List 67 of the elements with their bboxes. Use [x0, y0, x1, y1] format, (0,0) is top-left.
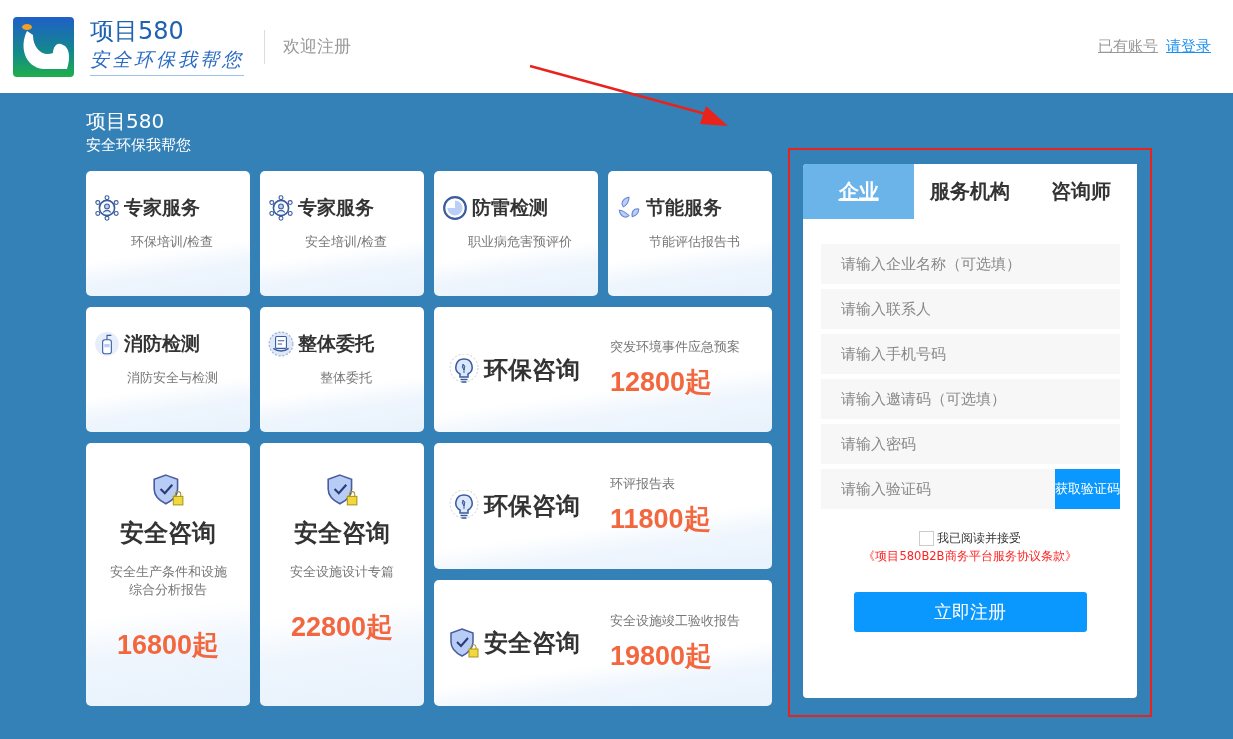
- service-card[interactable]: 整体委托 整体委托: [260, 307, 424, 432]
- card-subtitle: 节能评估报告书: [648, 233, 740, 251]
- service-card[interactable]: 专家服务 环保培训/检查: [86, 171, 250, 296]
- network-icon: [94, 195, 120, 221]
- password-field[interactable]: 请输入密码: [820, 424, 1120, 464]
- input-field[interactable]: 请输入联系人: [820, 289, 1120, 329]
- clipboard-icon: [268, 331, 294, 357]
- service-card[interactable]: 环保咨询 突发环境事件应急预案 12800起: [434, 307, 772, 432]
- card-title: 安全咨询: [120, 518, 216, 549]
- agreement-checkbox[interactable]: [919, 531, 934, 546]
- price: 11800起: [610, 502, 711, 536]
- card-subtitle: 安全培训/检查: [304, 233, 388, 251]
- service-card[interactable]: 安全咨询 安全设施竣工验收报告 19800起: [434, 580, 772, 706]
- input-field[interactable]: 请输入企业名称（可选填）: [820, 244, 1120, 284]
- price: 22800起: [290, 611, 394, 644]
- card-title: 节能服务: [646, 195, 722, 220]
- input-field[interactable]: 请输入邀请码（可选填）: [820, 379, 1120, 419]
- extinguisher-icon: [94, 331, 120, 357]
- input-field[interactable]: 请输入手机号码: [820, 334, 1120, 374]
- gauge-icon: [442, 195, 468, 221]
- price: 19800起: [610, 639, 714, 673]
- service-card[interactable]: 消防检测 消防安全与检测: [86, 307, 250, 432]
- card-title: 防雷检测: [472, 195, 548, 220]
- service-card[interactable]: 防雷检测 职业病危害预评价: [434, 171, 598, 296]
- card-title: 环保咨询: [484, 354, 580, 386]
- card-title: 整体委托: [298, 331, 374, 356]
- service-card[interactable]: 安全咨询 安全生产条件和设施综合分析报告 16800起: [86, 443, 250, 706]
- hero-title: 项目580: [86, 108, 166, 135]
- card-subtitle: 安全生产条件和设施综合分析报告: [108, 563, 228, 599]
- card-subtitle: 安全设施竣工验收报告: [610, 612, 740, 630]
- code-field[interactable]: 请输入验证码: [820, 469, 1055, 509]
- card-subtitle: 职业病危害预评价: [468, 233, 572, 251]
- service-card[interactable]: 节能服务 节能评估报告书: [608, 171, 772, 296]
- card-title: 环保咨询: [484, 491, 580, 522]
- page-title: 欢迎注册: [283, 35, 351, 58]
- slogan: 安全环保我帮您: [90, 45, 244, 76]
- card-title: 安全咨询: [294, 518, 390, 549]
- service-card[interactable]: 专家服务 安全培训/检查: [260, 171, 424, 296]
- login-prompt: 已有账号: [1098, 37, 1158, 56]
- card-title: 专家服务: [298, 195, 374, 220]
- card-subtitle: 安全设施设计专篇: [290, 563, 394, 581]
- card-subtitle: 消防安全与检测: [126, 369, 218, 387]
- service-card[interactable]: 安全咨询 安全设施设计专篇 22800起: [260, 443, 424, 706]
- card-subtitle: 突发环境事件应急预案: [610, 339, 740, 356]
- card-title: 专家服务: [124, 195, 200, 220]
- logo: [13, 16, 74, 77]
- card-subtitle: 整体委托: [320, 369, 372, 387]
- lightbulb-icon: [448, 353, 480, 386]
- price: 16800起: [116, 629, 220, 662]
- agreement-label: 我已阅读并接受: [937, 530, 1021, 547]
- account-type-tab[interactable]: 咨询师: [1025, 164, 1137, 219]
- login-link[interactable]: 请登录: [1166, 37, 1211, 56]
- leaves-icon: [616, 195, 642, 221]
- card-subtitle: 环评报告表: [610, 475, 676, 493]
- shield-lock-icon: [448, 627, 480, 659]
- card-subtitle: 环保培训/检查: [130, 233, 214, 251]
- network-icon: [268, 195, 294, 221]
- card-title: 消防检测: [124, 331, 200, 356]
- lightbulb-icon: [448, 490, 480, 522]
- shield-lock-icon: [325, 473, 359, 507]
- hero-subtitle: 安全环保我帮您: [86, 135, 192, 155]
- agreement-link[interactable]: 《项目580B2B商务平台服务协议条款》: [863, 549, 1077, 564]
- price: 12800起: [610, 366, 714, 399]
- card-title: 安全咨询: [484, 628, 580, 659]
- shield-lock-icon: [151, 473, 185, 507]
- brand-title: 项目580: [90, 17, 185, 45]
- service-card[interactable]: 环保咨询 环评报告表 11800起: [434, 443, 772, 569]
